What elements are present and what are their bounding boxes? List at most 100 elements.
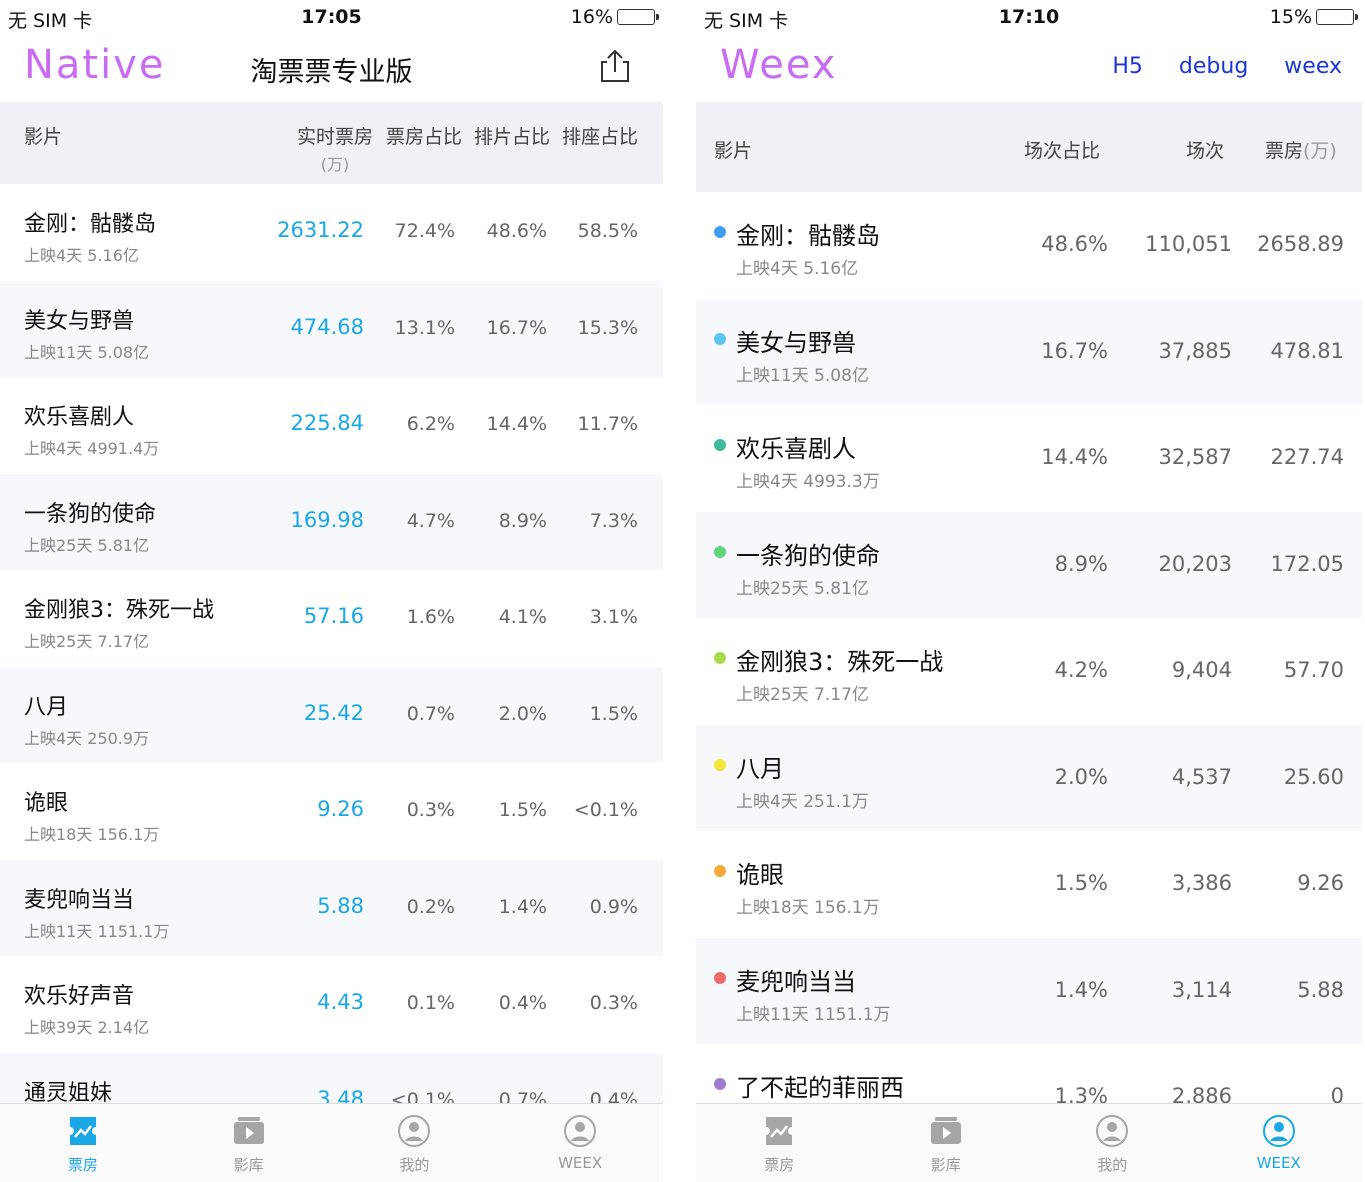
- table-row[interactable]: 诡眼 上映18天 156.1万 1.5% 3,386 9.26: [696, 831, 1362, 938]
- box-ratio-value: 72.4%: [394, 220, 455, 242]
- box-ratio-value: 0.3%: [406, 799, 455, 821]
- share-icon[interactable]: [597, 48, 633, 84]
- tab-label: 影库: [233, 1156, 264, 1174]
- film-list[interactable]: 金刚：骷髅岛 上映4天 5.16亿 48.6% 110,051 2658.89 美女与野兽…: [696, 192, 1362, 1103]
- tab-film-library[interactable]: 影库: [166, 1104, 332, 1182]
- col-unit: (万): [320, 155, 350, 174]
- series-dot-icon: [714, 865, 726, 877]
- schedule-ratio-value: 48.6%: [1041, 232, 1108, 256]
- nav-link-weex[interactable]: weex: [1284, 54, 1342, 79]
- table-row[interactable]: 麦兜响当当 上映11天 1151.1万 5.88 0.2% 1.4% 0.9%: [0, 859, 663, 956]
- box-value: 9.26: [1297, 871, 1344, 895]
- box-ratio-value: 1.6%: [406, 606, 455, 628]
- table-row[interactable]: 欢乐好声音 上映39天 2.14亿 4.43 0.1% 0.4% 0.3%: [0, 956, 663, 1053]
- col-seat-ratio[interactable]: 排座占比: [562, 122, 638, 149]
- tab-profile[interactable]: 我的: [332, 1104, 498, 1182]
- box-value: 5.88: [1297, 977, 1344, 1002]
- seat-ratio-value: 11.7%: [577, 413, 638, 435]
- col-realtime-box[interactable]: 实时票房 (万): [297, 122, 373, 175]
- shows-value: 37,885: [1158, 338, 1232, 363]
- tab-weex-profile[interactable]: WEEX: [1196, 1104, 1363, 1182]
- table-row[interactable]: 欢乐喜剧人 上映4天 4991.4万 225.84 6.2% 14.4% 11.7%: [0, 377, 663, 474]
- realtime-box-value: 9.26: [317, 797, 364, 821]
- film-subtitle: 上映25天 5.81亿: [736, 578, 869, 599]
- seat-ratio-value: 1.5%: [589, 702, 638, 725]
- col-film[interactable]: 影片: [24, 122, 62, 149]
- schedule-ratio-value: 2.0%: [1054, 764, 1108, 789]
- tab-ticket-chart[interactable]: 票房: [0, 1104, 166, 1182]
- col-film[interactable]: 影片: [714, 136, 752, 163]
- series-dot-icon: [714, 545, 726, 558]
- realtime-box-value: 474.68: [290, 314, 364, 339]
- film-name: 金刚狼3：殊死一战: [736, 648, 944, 676]
- series-dot-icon: [714, 226, 726, 238]
- schedule-ratio-value: 1.4%: [1054, 977, 1108, 1002]
- brand-label: Weex: [720, 42, 838, 88]
- box-value: 0: [1330, 1084, 1344, 1103]
- status-time: 17:10: [998, 6, 1060, 28]
- nav-links: H5 debug weex: [1112, 54, 1342, 79]
- tab-weex-profile[interactable]: WEEX: [497, 1104, 663, 1182]
- film-name: 欢乐好声音: [24, 984, 135, 1009]
- box-value: 25.60: [1283, 764, 1344, 789]
- nav-link-h5[interactable]: H5: [1112, 54, 1143, 79]
- box-value: 478.81: [1270, 338, 1344, 363]
- table-row[interactable]: 美女与野兽 上映11天 5.08亿 474.68 13.1% 16.7% 15.3%: [0, 280, 663, 377]
- divider: [663, 0, 696, 1182]
- seat-ratio-value: 0.4%: [589, 1088, 638, 1104]
- table-row[interactable]: 通灵姐妹 3.48 <0.1% 0.7% 0.4%: [0, 1052, 663, 1104]
- tab-film-library[interactable]: 影库: [863, 1104, 1030, 1182]
- battery-icon: [1316, 9, 1358, 25]
- film-subtitle: 上映39天 2.14亿: [24, 1018, 150, 1037]
- film-name: 麦兜响当当: [736, 967, 856, 996]
- schedule-ratio-value: 0.4%: [498, 992, 547, 1014]
- table-row[interactable]: 美女与野兽 上映11天 5.08亿 16.7% 37,885 478.81: [696, 298, 1362, 405]
- shows-value: 9,404: [1171, 658, 1232, 682]
- col-box-ratio[interactable]: 票房占比: [386, 122, 462, 149]
- realtime-box-value: 5.88: [317, 893, 364, 918]
- film-subtitle: 上映25天 7.17亿: [736, 685, 869, 705]
- col-schedule-ratio[interactable]: 场次占比: [1024, 136, 1100, 163]
- tab-label: 票房: [764, 1156, 795, 1174]
- tab-profile[interactable]: 我的: [1029, 1104, 1196, 1182]
- battery-percent: 15%: [1269, 6, 1312, 28]
- table-row[interactable]: 了不起的菲丽西 1.3% 2,886 0: [696, 1044, 1362, 1103]
- shows-value: 3,386: [1171, 871, 1232, 895]
- table-row[interactable]: 麦兜响当当 上映11天 1151.1万 1.4% 3,114 5.88: [696, 937, 1362, 1044]
- table-row[interactable]: 金刚狼3：殊死一战 上映25天 7.17亿 57.16 1.6% 4.1% 3.1%: [0, 570, 663, 667]
- realtime-box-value: 25.42: [303, 700, 364, 725]
- table-row[interactable]: 欢乐喜剧人 上映4天 4993.3万 14.4% 32,587 227.74: [696, 405, 1362, 512]
- film-subtitle: 上映11天 5.08亿: [736, 365, 869, 386]
- nav-link-debug[interactable]: debug: [1179, 54, 1248, 79]
- film-library-icon: [232, 1114, 266, 1148]
- schedule-ratio-value: 1.5%: [498, 799, 547, 821]
- schedule-ratio-value: 4.2%: [1054, 658, 1108, 682]
- film-list[interactable]: 金刚：骷髅岛 上映4天 5.16亿 2631.22 72.4% 48.6% 58.5% 美女…: [0, 184, 663, 1103]
- film-name: 通灵姐妹: [24, 1080, 113, 1104]
- table-row[interactable]: 八月 上映4天 251.1万 2.0% 4,537 25.60: [696, 724, 1362, 831]
- table-row[interactable]: 一条狗的使命 上映25天 5.81亿 8.9% 20,203 172.05: [696, 511, 1362, 618]
- col-schedule-ratio[interactable]: 排片占比: [474, 122, 550, 149]
- shows-value: 20,203: [1158, 551, 1232, 576]
- table-row[interactable]: 金刚：骷髅岛 上映4天 5.16亿 48.6% 110,051 2658.89: [696, 192, 1362, 299]
- shows-value: 2,886: [1171, 1084, 1232, 1103]
- schedule-ratio-value: 16.7%: [1041, 338, 1108, 363]
- table-row[interactable]: 八月 上映4天 250.9万 25.42 0.7% 2.0% 1.5%: [0, 666, 663, 763]
- table-row[interactable]: 金刚：骷髅岛 上映4天 5.16亿 2631.22 72.4% 48.6% 58.5%: [0, 184, 663, 281]
- table-row[interactable]: 金刚狼3：殊死一战上映25天 7.17亿 4.2% 9,404 57.70: [696, 618, 1362, 725]
- table-header: 影片 场次占比 场次 票房(万): [696, 102, 1362, 192]
- col-shows[interactable]: 场次: [1186, 136, 1224, 163]
- film-name: 一条狗的使命: [736, 541, 880, 570]
- film-subtitle: 上映18天 156.1万: [24, 825, 160, 844]
- col-box[interactable]: 票房(万): [1265, 136, 1337, 163]
- profile-icon: [1095, 1114, 1129, 1148]
- film-subtitle: 上映4天 5.16亿: [24, 246, 139, 265]
- film-subtitle: 上映4天 251.1万: [736, 791, 869, 812]
- tab-ticket-chart[interactable]: 票房: [696, 1104, 863, 1182]
- box-value: 57.70: [1283, 658, 1344, 682]
- table-row[interactable]: 诡眼 上映18天 156.1万 9.26 0.3% 1.5% <0.1%: [0, 763, 663, 860]
- table-row[interactable]: 一条狗的使命 上映25天 5.81亿 169.98 4.7% 8.9% 7.3%: [0, 473, 663, 570]
- film-name: 了不起的菲丽西: [736, 1074, 904, 1102]
- tab-bar: 票房 影库 我的 WEEX: [696, 1103, 1362, 1182]
- schedule-ratio-value: 1.4%: [498, 895, 547, 918]
